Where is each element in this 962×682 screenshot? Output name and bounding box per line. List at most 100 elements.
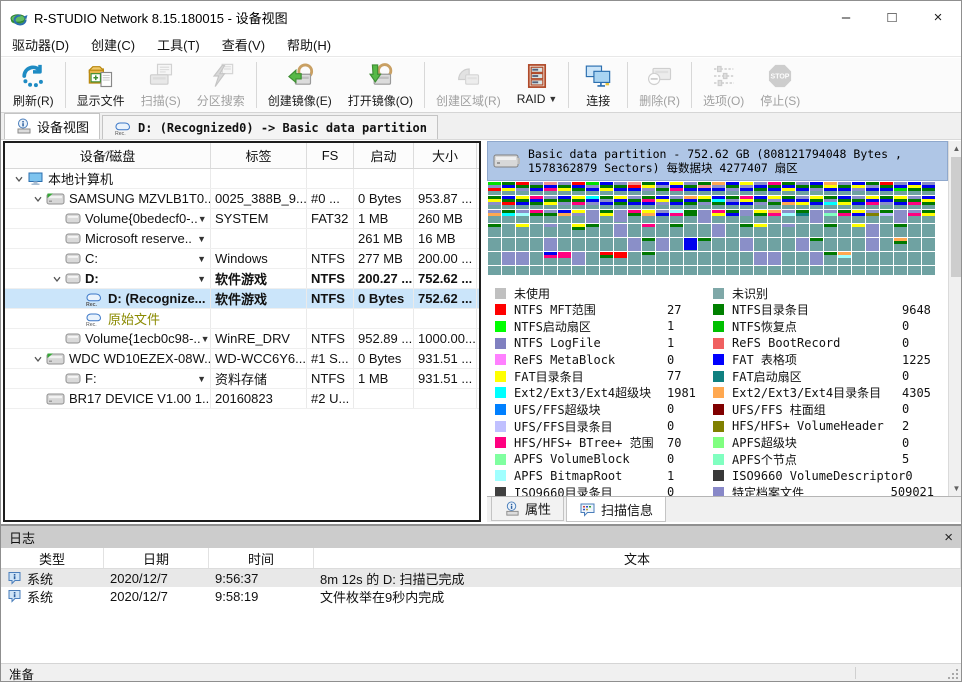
- expander-icon[interactable]: [11, 174, 27, 184]
- menu-item-4[interactable]: 查看(V): [211, 33, 276, 56]
- scan-block: [922, 196, 935, 209]
- table-row[interactable]: SAMSUNG MZVLB1T0...0025_388B_9...#0 ...0…: [5, 189, 479, 209]
- device-dropdown-icon[interactable]: ▼: [197, 254, 208, 264]
- scan-block: [502, 210, 515, 223]
- scan-block: [740, 238, 753, 251]
- table-row[interactable]: D:▼软件游戏NTFS200.27 ...752.62 ...: [5, 269, 479, 289]
- column-header-2[interactable]: 标签: [211, 143, 307, 168]
- legend-item: HFS/HFS+ VolumeHeader2: [713, 418, 948, 435]
- close-button[interactable]: ×: [915, 1, 961, 33]
- minimize-button[interactable]: –: [823, 1, 869, 33]
- block-stripe: [516, 202, 529, 205]
- menu-item-1[interactable]: 驱动器(D): [1, 33, 80, 56]
- table-row[interactable]: Rec.D: (Recognize...软件游戏NTFS0 Bytes752.6…: [5, 289, 479, 309]
- log-row[interactable]: 系统2020/12/79:58:19文件枚举在9秒内完成: [1, 587, 961, 605]
- maximize-button[interactable]: □: [869, 1, 915, 33]
- fs-cell: [307, 309, 354, 328]
- column-header-5[interactable]: 大小: [414, 143, 477, 168]
- tab-scan-info[interactable]: 扫描信息: [566, 497, 666, 522]
- device-dropdown-icon[interactable]: ▼: [197, 374, 208, 384]
- table-row[interactable]: Rec.原始文件: [5, 309, 479, 329]
- device-dropdown-icon[interactable]: ▼: [198, 214, 209, 224]
- log-column-header-1[interactable]: 类型: [1, 548, 104, 568]
- size-cell: 931.51 ...: [414, 349, 477, 368]
- table-row[interactable]: Microsoft reserve..▼261 MB16 MB: [5, 229, 479, 249]
- block-stripe: [516, 188, 529, 191]
- scroll-up-icon[interactable]: ▲: [949, 141, 962, 156]
- toolbar-raid-button[interactable]: RAID▼: [509, 58, 566, 112]
- label-cell: WD-WCC6Y6...: [211, 349, 307, 368]
- block-stripe: [908, 213, 921, 216]
- table-row[interactable]: BR17 DEVICE V1.00 1....20160823#2 U...: [5, 389, 479, 409]
- scan-info-panel: Basic data partition - 752.62 GB (808121…: [487, 141, 962, 522]
- device-dropdown-icon[interactable]: ▼: [197, 234, 208, 244]
- start-cell: 1 MB: [354, 209, 414, 228]
- scan-block: [894, 196, 907, 209]
- block-stripe: [642, 202, 655, 205]
- table-row[interactable]: Volume{0bedecf0-..▼SYSTEMFAT321 MB260 MB: [5, 209, 479, 229]
- scroll-down-icon[interactable]: ▼: [949, 481, 962, 496]
- resize-grip[interactable]: [948, 669, 958, 679]
- scan-block: [810, 210, 823, 223]
- column-header-4[interactable]: 启动: [354, 143, 414, 168]
- toolbar-open-image-button[interactable]: 打开镜像(O): [340, 58, 421, 112]
- tab-device-view[interactable]: 设备视图: [4, 113, 100, 139]
- legend-color-swatch: [713, 354, 724, 365]
- device-name-cell: C:▼: [5, 249, 211, 268]
- scan-block: [684, 252, 697, 265]
- toolbar-button-label: 刷新(R): [13, 92, 54, 109]
- table-row[interactable]: Volume{1ecb0c98-..▼WinRE_DRVNTFS952.89 .…: [5, 329, 479, 349]
- menu-item-5[interactable]: 帮助(H): [276, 33, 342, 56]
- scan-block: [656, 238, 669, 251]
- chevron-down-icon[interactable]: ▼: [548, 94, 557, 104]
- legend-color-swatch: [713, 487, 724, 496]
- tab-properties[interactable]: 属性: [491, 497, 564, 521]
- block-stripe: [838, 255, 851, 258]
- tab-recognized-partition[interactable]: Rec.D: (Recognized0) -> Basic data parti…: [102, 115, 438, 139]
- table-row[interactable]: C:▼WindowsNTFS277 MB200.00 ...: [5, 249, 479, 269]
- legend-color-swatch: [713, 387, 724, 398]
- menu-item-3[interactable]: 工具(T): [146, 33, 211, 56]
- expander-icon[interactable]: [30, 354, 46, 364]
- volume-icon: [65, 253, 81, 264]
- scan-block: [754, 196, 767, 209]
- scan-scrollbar[interactable]: ▲ ▼: [948, 141, 962, 496]
- menu-item-2[interactable]: 创建(C): [80, 33, 146, 56]
- toolbar-refresh-button[interactable]: 刷新(R): [5, 58, 62, 112]
- svg-text:Rec.: Rec.: [115, 131, 126, 136]
- legend-count: 5: [902, 452, 948, 466]
- scan-block: [754, 238, 767, 251]
- device-dropdown-icon[interactable]: ▼: [201, 334, 211, 344]
- table-row[interactable]: F:▼资料存储NTFS1 MB931.51 ...: [5, 369, 479, 389]
- block-stripe: [796, 213, 809, 216]
- column-header-1[interactable]: 设备/磁盘: [5, 143, 211, 168]
- scan-block: [852, 252, 865, 265]
- device-name-text: D: (Recognize...: [108, 291, 206, 306]
- scan-block: [782, 224, 795, 237]
- scan-block: [712, 266, 725, 275]
- legend-color-swatch: [713, 470, 724, 481]
- device-name-text: F:: [85, 371, 97, 386]
- block-stripe: [558, 202, 571, 205]
- log-column-header-2[interactable]: 日期: [104, 548, 209, 568]
- toolbar-show-files-button[interactable]: 显示文件: [69, 58, 133, 112]
- log-column-header-3[interactable]: 时间: [209, 548, 314, 568]
- table-row[interactable]: 本地计算机: [5, 169, 479, 189]
- table-row[interactable]: WDC WD10EZEX-08W...WD-WCC6Y6...#1 S...0 …: [5, 349, 479, 369]
- column-header-3[interactable]: FS: [307, 143, 354, 168]
- toolbar-create-image-button[interactable]: 创建镜像(E): [260, 58, 340, 112]
- toolbar-button-label: 扫描(S): [141, 92, 181, 109]
- scan-block: [796, 224, 809, 237]
- expander-icon[interactable]: [49, 274, 65, 284]
- device-dropdown-icon[interactable]: ▼: [197, 274, 208, 284]
- start-cell: [354, 389, 414, 408]
- scan-block: [642, 252, 655, 265]
- log-column-header-4[interactable]: 文本: [314, 548, 961, 568]
- log-close-icon[interactable]: ×: [944, 529, 953, 546]
- scroll-thumb[interactable]: [951, 157, 961, 277]
- scan-block: [698, 182, 711, 195]
- log-row[interactable]: 系统2020/12/79:56:378m 12s 的 D: 扫描已完成: [1, 569, 961, 587]
- toolbar-connect-button[interactable]: 连接: [572, 58, 624, 112]
- expander-icon[interactable]: [30, 194, 46, 204]
- block-stripe: [810, 188, 823, 191]
